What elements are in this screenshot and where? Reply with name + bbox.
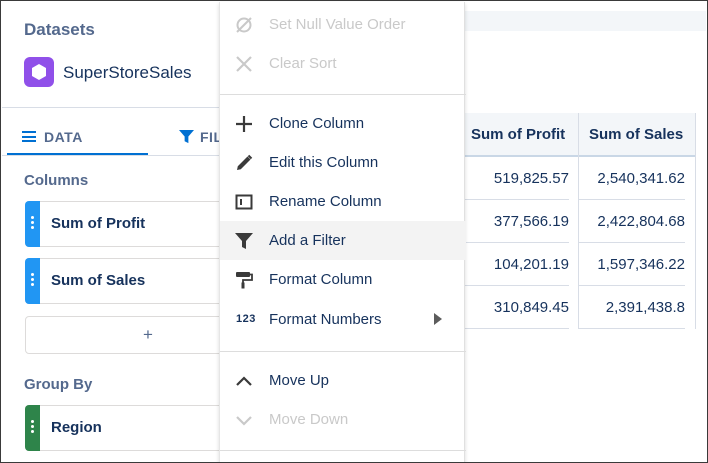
menu-item-format-column[interactable]: Format Column [220,260,466,299]
column-pill-label: Sum of Profit [51,215,146,232]
add-column-button[interactable]: + [25,316,225,354]
drag-handle[interactable] [25,258,40,304]
number-format-icon: 123 [236,313,256,325]
group-pill-region[interactable]: Region [25,405,225,451]
filter-icon [179,129,194,144]
divider [2,107,222,108]
menu-item-label: Add a Filter [269,232,346,249]
menu-item-edit-column[interactable]: Edit this Column [220,143,466,182]
column-header-label: Sum of Sales [589,126,684,143]
menu-item-label: Clear Sort [269,55,337,72]
column-pill-label: Sum of Sales [51,272,146,289]
menu-item-move-down[interactable]: Move Down [220,400,466,439]
menu-separator [220,351,466,352]
column-pill-sum-of-profit[interactable]: Sum of Profit [25,201,225,247]
menu-item-label: Move Down [269,411,349,428]
table-cell: 2,422,804.68 [579,200,685,243]
menu-item-label: Format Column [269,271,373,288]
app-frame: Datasets SuperStoreSales DATA FIL Column… [0,0,708,463]
menu-item-label: Set Null Value Order [269,16,406,33]
plus-icon [236,116,252,132]
menu-item-move-up[interactable]: Move Up [220,361,466,400]
divider [2,155,222,156]
list-icon [22,131,36,142]
toolbar-strip [463,11,706,31]
submenu-arrow-icon [434,313,442,325]
dataset-icon [24,57,54,87]
drag-dots-icon [31,216,34,230]
pencil-icon [237,154,253,170]
menu-item-set-null-value-order[interactable]: Set Null Value Order [220,5,466,44]
menu-item-clear-sort[interactable]: Clear Sort [220,44,466,83]
drag-handle[interactable] [25,405,40,451]
column-header-sum-of-profit[interactable]: Sum of Profit [463,113,579,157]
menu-item-rename-column[interactable]: Rename Column [220,182,466,221]
table-cell: 377,566.19 [463,200,569,243]
rename-icon [235,194,253,210]
menu-separator [220,450,466,451]
table-cell: 1,597,346.22 [579,243,685,286]
drag-dots-icon [31,273,34,287]
menu-item-add-filter[interactable]: Add a Filter [220,221,466,260]
menu-item-label: Rename Column [269,193,382,210]
left-panel: Datasets SuperStoreSales DATA FIL Column… [2,2,225,462]
datasets-title: Datasets [24,20,95,39]
drag-dots-icon [31,420,34,434]
tab-data[interactable]: DATA [7,118,148,156]
table-cell: 519,825.57 [463,157,569,200]
column-pill-sum-of-sales[interactable]: Sum of Sales [25,258,225,304]
dataset-name[interactable]: SuperStoreSales [63,63,192,83]
menu-item-label: Move Up [269,372,330,389]
menu-item-format-numbers[interactable]: 123 Format Numbers [220,300,466,339]
chevron-down-icon [236,416,252,426]
column-header-label: Sum of Profit [471,126,566,143]
column-divider [578,113,579,329]
drag-handle[interactable] [25,201,40,247]
menu-item-label: Edit this Column [269,154,379,171]
column-context-menu: Set Null Value Order Clear Sort Clone Co… [219,2,466,462]
menu-item-clone-column[interactable]: Clone Column [220,104,466,143]
column-divider [695,113,696,329]
menu-item-label: Clone Column [269,115,365,132]
table-cell: 2,391,438.8 [579,286,685,329]
paint-roller-icon [236,272,253,289]
tab-filter[interactable]: FIL [179,118,223,156]
filter-icon [235,233,253,249]
columns-title: Columns [24,172,89,189]
menu-separator [220,94,466,95]
close-icon [236,56,252,72]
tab-data-label: DATA [44,129,83,145]
column-header-sum-of-sales[interactable]: Sum of Sales [579,113,696,157]
group-by-title: Group By [24,376,93,393]
null-icon [236,17,252,33]
group-pill-label: Region [51,419,102,436]
table-cell: 310,849.45 [463,286,569,329]
menu-item-label: Format Numbers [269,311,382,328]
table-cell: 2,540,341.62 [579,157,685,200]
table-cell: 104,201.19 [463,243,569,286]
plus-icon: + [143,325,153,344]
chevron-up-icon [236,376,252,386]
